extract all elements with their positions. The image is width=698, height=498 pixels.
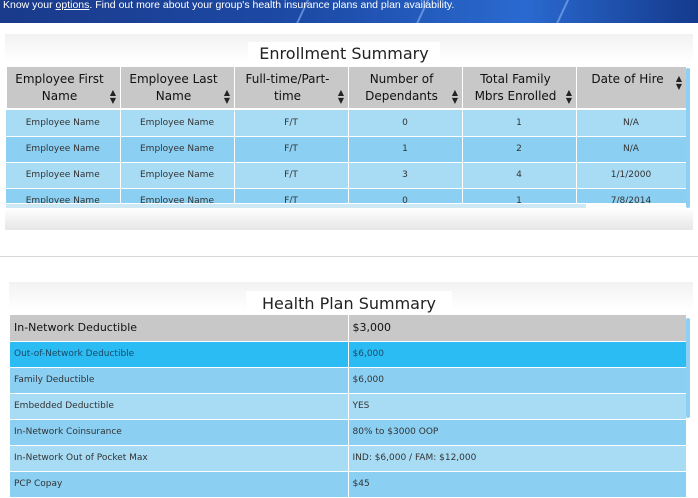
banner-text: Know your options. Find out more about y… xyxy=(3,0,454,11)
enrollment-summary-title: Enrollment Summary xyxy=(248,42,440,66)
table-cell: 0 xyxy=(348,110,463,137)
sort-icon[interactable]: ▲ ▼ xyxy=(566,89,572,105)
banner-text-after: . Find out more about your group's healt… xyxy=(89,0,455,11)
enrollment-table: Employee First Name ▲ ▼ Employee Last Name… xyxy=(6,66,687,109)
table-cell: 3 xyxy=(348,162,463,189)
table-cell: Employee Name xyxy=(120,162,235,189)
table-cell: In-Network Out of Pocket Max xyxy=(10,445,349,472)
table-cell: $3,000 xyxy=(348,315,687,342)
table-cell: In-Network Coinsurance xyxy=(10,419,349,446)
table-cell: Employee Name xyxy=(6,162,121,189)
column-label: Total Family Mbrs Enrolled xyxy=(474,71,557,103)
table-cell: 4 xyxy=(462,162,577,189)
table-cell: $45 xyxy=(348,471,687,498)
table-cell: N/A xyxy=(576,110,686,137)
table-cell: Employee Name xyxy=(120,110,235,137)
table-cell: 80% to $3000 OOP xyxy=(348,419,687,446)
horizontal-scrollbar[interactable] xyxy=(6,204,586,208)
options-link[interactable]: options xyxy=(56,0,90,11)
table-cell: 1/1/2000 xyxy=(576,162,686,189)
banner-text-before: Know your xyxy=(3,0,56,11)
table-row[interactable]: Employee Name Employee Name F/T 0 1 7/8/… xyxy=(6,188,686,203)
table-row[interactable]: Employee Name Employee Name F/T 1 2 N/A xyxy=(6,136,686,163)
sort-icon[interactable]: ▲ ▼ xyxy=(676,75,682,91)
table-row[interactable]: In-Network Coinsurance 80% to $3000 OOP xyxy=(10,419,687,446)
vertical-scrollbar[interactable] xyxy=(686,318,690,418)
table-cell: Employee Name xyxy=(6,136,121,163)
table-cell: YES xyxy=(348,393,687,420)
health-plan-table: In-Network Deductible $3,000 Out-of-Netw… xyxy=(10,315,687,498)
table-cell: F/T xyxy=(234,162,349,189)
table-cell: Embedded Deductible xyxy=(10,393,349,420)
health-plan-summary-title: Health Plan Summary xyxy=(246,291,452,316)
table-cell: Employee Name xyxy=(6,188,121,203)
table-row[interactable]: Embedded Deductible YES xyxy=(10,393,687,420)
table-row[interactable]: PCP Copay $45 xyxy=(10,471,687,498)
column-label: Full-time/Part-time xyxy=(245,72,330,103)
enrollment-table-body[interactable]: Employee Name Employee Name F/T 0 1 N/A … xyxy=(6,110,686,203)
table-cell: $6,000 xyxy=(348,367,687,394)
column-label: Number of Dependants xyxy=(365,71,438,103)
table-cell: PCP Copay xyxy=(10,471,349,498)
enrollment-header-row: Employee First Name ▲ ▼ Employee Last Name… xyxy=(6,66,687,109)
column-label: Employee First Name xyxy=(15,71,104,103)
table-cell: 7/8/2014 xyxy=(576,188,686,203)
health-plan-summary-card: Health Plan Summary In-Network Deductibl… xyxy=(9,282,693,498)
column-header-family-members[interactable]: Total Family Mbrs Enrolled ▲ ▼ xyxy=(462,66,577,109)
table-row[interactable]: In-Network Deductible $3,000 xyxy=(10,315,687,342)
table-cell: 1 xyxy=(462,110,577,137)
table-cell: Employee Name xyxy=(120,136,235,163)
table-cell: Out-of-Network Deductible xyxy=(10,341,349,368)
table-row[interactable]: Family Deductible $6,000 xyxy=(10,367,687,394)
column-header-last-name[interactable]: Employee Last Name ▲ ▼ xyxy=(120,66,235,109)
table-cell: IND: $6,000 / FAM: $12,000 xyxy=(348,445,687,472)
table-cell: Family Deductible xyxy=(10,367,349,394)
column-label: Employee Last Name xyxy=(129,71,218,103)
sort-icon[interactable]: ▲ ▼ xyxy=(224,89,230,105)
table-cell: 1 xyxy=(462,188,577,203)
column-header-employment-type[interactable]: Full-time/Part-time ▲ ▼ xyxy=(234,66,349,109)
column-header-first-name[interactable]: Employee First Name ▲ ▼ xyxy=(6,66,121,109)
sort-icon[interactable]: ▲ ▼ xyxy=(452,89,458,105)
table-cell: 1 xyxy=(348,136,463,163)
table-row[interactable]: Out-of-Network Deductible $6,000 xyxy=(10,341,687,368)
table-cell: Employee Name xyxy=(120,188,235,203)
vertical-scrollbar[interactable] xyxy=(686,68,690,208)
table-cell: F/T xyxy=(234,136,349,163)
table-cell: 0 xyxy=(348,188,463,203)
table-row[interactable]: Employee Name Employee Name F/T 3 4 1/1/… xyxy=(6,162,686,189)
column-header-date-of-hire[interactable]: Date of Hire ▲ ▼ xyxy=(576,66,687,109)
sort-icon[interactable]: ▲ ▼ xyxy=(110,89,116,105)
table-cell: $6,000 xyxy=(348,341,687,368)
sort-icon[interactable]: ▲ ▼ xyxy=(338,89,344,105)
table-cell: F/T xyxy=(234,188,349,203)
table-row[interactable]: Employee Name Employee Name F/T 0 1 N/A xyxy=(6,110,686,137)
table-cell: F/T xyxy=(234,110,349,137)
section-divider xyxy=(0,256,698,257)
table-cell: N/A xyxy=(576,136,686,163)
table-cell: Employee Name xyxy=(6,110,121,137)
table-cell: 2 xyxy=(462,136,577,163)
column-label: Date of Hire xyxy=(591,72,664,86)
enrollment-summary-card: Enrollment Summary Employee First Name ▲ ▼… xyxy=(5,34,693,230)
table-row[interactable]: In-Network Out of Pocket Max IND: $6,000… xyxy=(10,445,687,472)
column-header-dependants[interactable]: Number of Dependants ▲ ▼ xyxy=(348,66,463,109)
table-cell: In-Network Deductible xyxy=(10,315,349,342)
header-banner: Know your options. Find out more about y… xyxy=(0,0,698,23)
